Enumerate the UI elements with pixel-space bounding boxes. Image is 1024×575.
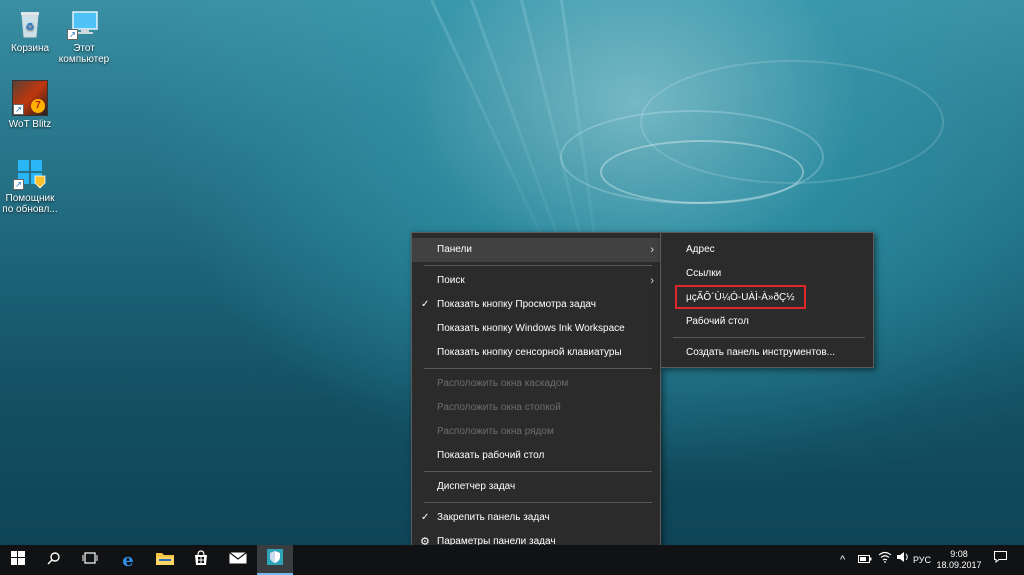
chevron-up-icon: ^ [840, 554, 846, 566]
task-view-button[interactable] [72, 545, 108, 575]
menu-item-label: Адрес [686, 244, 715, 255]
menu-separator [424, 368, 652, 369]
action-center-button[interactable] [994, 545, 1007, 575]
submenu-item-links[interactable]: Ссылки [661, 262, 873, 286]
clock-time: 9:08 [950, 549, 968, 559]
wot-blitz-icon: 7 ↗ [12, 80, 48, 116]
menu-item-label: Диспетчер задач [437, 481, 516, 492]
submenu-item-new-toolbar[interactable]: Создать панель инструментов... [661, 341, 873, 365]
menu-item-cascade-windows: Расположить окна каскадом [412, 372, 660, 396]
shortcut-arrow-icon: ↗ [13, 104, 24, 115]
store-taskbar-button[interactable] [183, 545, 219, 575]
menu-item-task-manager[interactable]: Диспетчер задач [412, 475, 660, 499]
task-view-icon [82, 551, 98, 570]
menu-item-show-ink-workspace-button[interactable]: Показать кнопку Windows Ink Workspace [412, 317, 660, 341]
speaker-icon [896, 552, 910, 565]
checkmark-icon: ✓ [421, 299, 430, 310]
menu-separator [424, 471, 652, 472]
search-button[interactable] [36, 545, 72, 575]
computer-icon: ↗ [67, 6, 101, 40]
input-language-indicator[interactable]: РУС [913, 545, 931, 575]
edge-taskbar-button[interactable]: e [110, 545, 146, 575]
desktop-icon-label: WoT Blitz [8, 119, 52, 130]
recycle-bin-icon: ♻ [13, 6, 47, 40]
submenu-item-address[interactable]: Адрес [661, 238, 873, 262]
menu-item-label: Показать кнопку сенсорной клавиатуры [437, 347, 622, 358]
file-explorer-taskbar-button[interactable] [147, 545, 183, 575]
menu-item-show-task-view-button[interactable]: ✓ Показать кнопку Просмотра задач [412, 293, 660, 317]
wifi-icon [878, 551, 892, 565]
start-icon [11, 550, 25, 570]
menu-item-label: Рабочий стол [686, 316, 749, 327]
checkmark-icon: ✓ [421, 512, 430, 523]
annotation-highlight-box [675, 285, 806, 309]
desktop-icon-this-pc[interactable]: ↗ Этот компьютер [54, 6, 114, 65]
desktop-icon-recycle-bin[interactable]: ♻ Корзина [0, 6, 60, 54]
desktop-icon-wot-blitz[interactable]: 7 ↗ WoT Blitz [0, 80, 60, 130]
edge-icon: e [122, 549, 134, 571]
menu-separator [424, 265, 652, 266]
wave-highlight [640, 60, 944, 184]
menu-item-label: Ссылки [686, 268, 722, 279]
clock[interactable]: 9:08 18.09.2017 [936, 545, 982, 575]
menu-item-show-desktop[interactable]: Показать рабочий стол [412, 444, 660, 468]
menu-item-side-by-side-windows: Расположить окна рядом [412, 420, 660, 444]
notification-icon [994, 551, 1007, 565]
menu-separator [424, 502, 652, 503]
battery-icon [858, 555, 872, 565]
menu-item-label: Закрепить панель задач [437, 512, 550, 523]
desktop-icon-label: Корзина [10, 43, 50, 54]
start-button[interactable] [0, 545, 36, 575]
network-indicator[interactable] [878, 545, 892, 575]
menu-item-show-touch-keyboard-button[interactable]: Показать кнопку сенсорной клавиатуры [412, 341, 660, 365]
search-icon [47, 551, 61, 570]
menu-item-label: Показать рабочий стол [437, 450, 545, 461]
menu-item-label: Создать панель инструментов... [686, 347, 835, 358]
menu-separator [673, 337, 865, 338]
windows-update-assistant-icon: ↗ [13, 156, 47, 190]
svg-text:♻: ♻ [26, 22, 35, 33]
mail-icon [229, 551, 247, 569]
menu-item-label: Расположить окна каскадом [437, 378, 569, 389]
desktop-icon-update-assistant[interactable]: ↗ Помощник по обновл... [0, 156, 60, 215]
submenu-item-desktop[interactable]: Рабочий стол [661, 310, 873, 334]
menu-item-lock-taskbar[interactable]: ✓ Закрепить панель задач [412, 506, 660, 530]
shortcut-arrow-icon: ↗ [13, 179, 24, 190]
menu-item-toolbars[interactable]: Панели › [412, 238, 660, 262]
show-hidden-icons-button[interactable]: ^ [840, 545, 845, 575]
menu-item-stack-windows: Расположить окна стопкой [412, 396, 660, 420]
menu-item-label: Поиск [437, 275, 465, 286]
menu-item-label: Расположить окна стопкой [437, 402, 561, 413]
defender-taskbar-button[interactable] [257, 545, 293, 575]
volume-indicator[interactable] [896, 545, 910, 575]
menu-item-search[interactable]: Поиск › [412, 269, 660, 293]
desktop-icon-label: Помощник по обновл... [2, 193, 58, 215]
mail-taskbar-button[interactable] [220, 545, 256, 575]
chevron-right-icon: › [650, 275, 654, 287]
defender-icon [267, 548, 283, 570]
taskbar: e ^ РУС 9:08 18.09.2017 [0, 545, 1024, 575]
menu-item-label: Показать кнопку Windows Ink Workspace [437, 323, 625, 334]
shortcut-arrow-icon: ↗ [67, 29, 78, 40]
desktop-icon-label: Этот компьютер [58, 43, 110, 65]
file-explorer-icon [156, 551, 174, 570]
menu-item-label: Показать кнопку Просмотра задач [437, 299, 596, 310]
taskbar-context-menu: Панели › Поиск › ✓ Показать кнопку Просм… [411, 232, 661, 556]
clock-date: 18.09.2017 [936, 560, 982, 570]
battery-indicator[interactable] [858, 545, 872, 575]
chevron-right-icon: › [650, 244, 654, 256]
menu-item-label: Расположить окна рядом [437, 426, 554, 437]
store-icon [193, 549, 209, 571]
menu-item-label: Панели [437, 244, 472, 255]
